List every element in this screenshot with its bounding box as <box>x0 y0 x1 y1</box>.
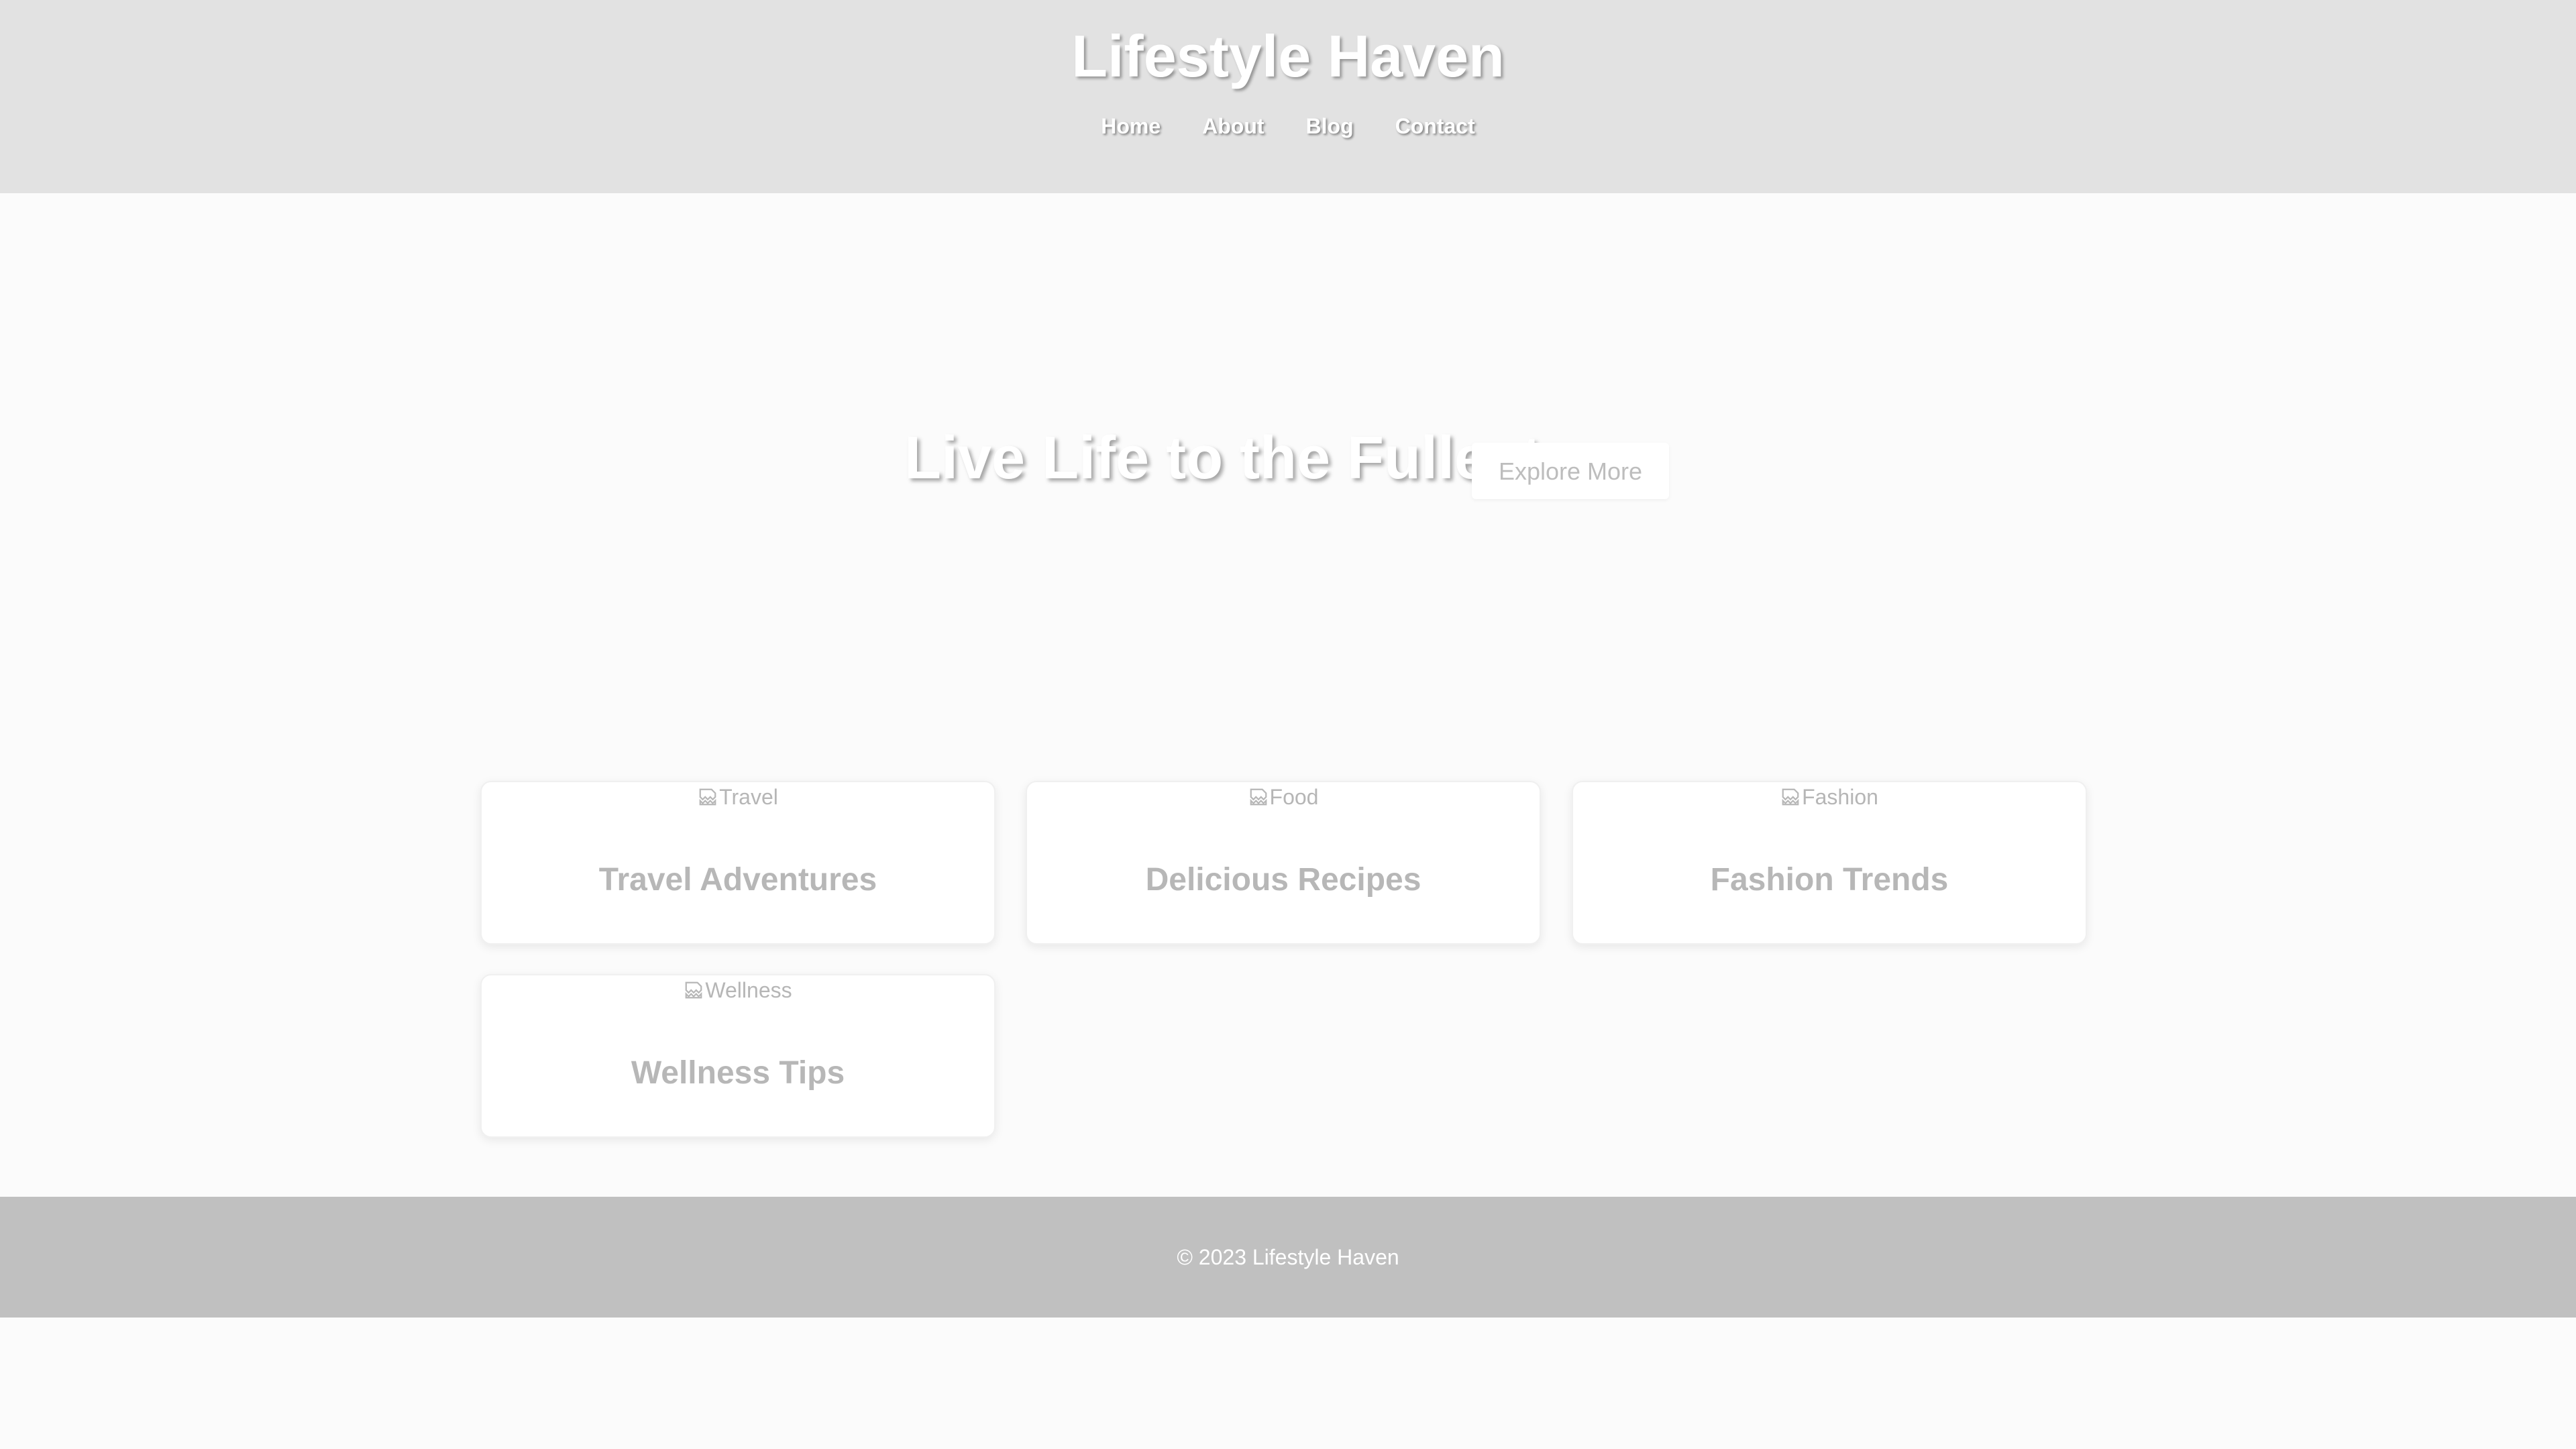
card-image: Food <box>1027 782 1540 812</box>
hero-section: Live Life to the Fullest Explore More <box>0 193 2576 781</box>
image-alt-text: Fashion <box>1802 784 1878 809</box>
card-food[interactable]: Food Delicious Recipes <box>1026 781 1541 945</box>
card-image: Fashion <box>1573 782 2086 812</box>
card-fashion[interactable]: Fashion Fashion Trends <box>1572 781 2087 945</box>
site-footer: © 2023 Lifestyle Haven <box>0 1197 2576 1318</box>
card-image: Travel <box>482 782 994 812</box>
broken-image-icon <box>1250 788 1267 806</box>
footer-copyright: © 2023 Lifestyle Haven <box>1177 1245 1399 1269</box>
card-title: Fashion Trends <box>1710 862 1949 898</box>
card-travel[interactable]: Travel Travel Adventures <box>480 781 996 945</box>
image-alt-text: Food <box>1269 784 1319 809</box>
nav-link-home[interactable]: Home <box>1101 111 1161 141</box>
nav-link-blog[interactable]: Blog <box>1306 111 1354 141</box>
image-alt-text: Wellness <box>705 977 792 1002</box>
card-wellness[interactable]: Wellness Wellness Tips <box>480 974 996 1138</box>
main-nav: Home About Blog Contact <box>0 111 2576 141</box>
card-title: Delicious Recipes <box>1145 862 1421 898</box>
broken-image-icon <box>699 788 716 806</box>
nav-link-about[interactable]: About <box>1202 111 1264 141</box>
site-header: Lifestyle Haven Home About Blog Contact <box>0 0 2576 193</box>
broken-image-icon <box>686 981 702 999</box>
card-title: Wellness Tips <box>631 1055 845 1091</box>
site-title: Lifestyle Haven <box>1071 23 1505 89</box>
nav-link-contact[interactable]: Contact <box>1395 111 1475 141</box>
card-image: Wellness <box>482 975 994 1005</box>
explore-more-button[interactable]: Explore More <box>1472 443 1669 499</box>
image-alt-text: Travel <box>719 784 778 809</box>
card-title: Travel Adventures <box>598 862 877 898</box>
hero-title: Live Life to the Fullest <box>904 425 1542 492</box>
broken-image-icon <box>1782 788 1799 806</box>
